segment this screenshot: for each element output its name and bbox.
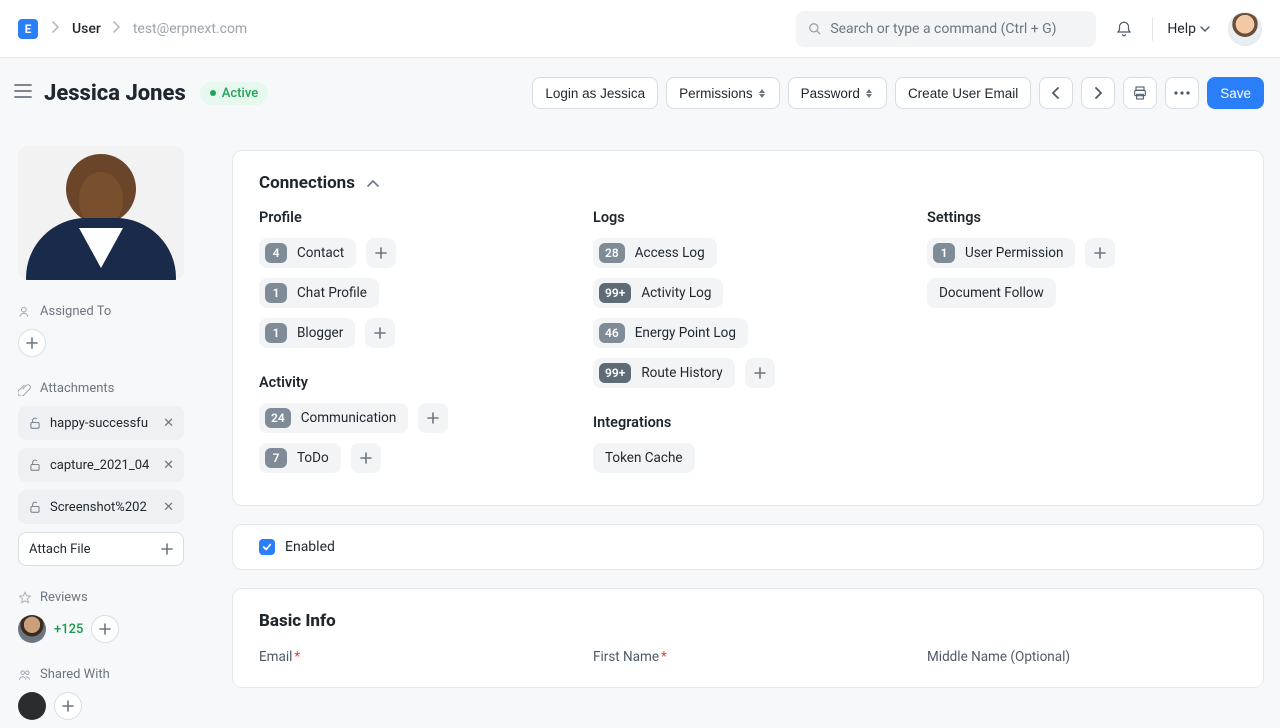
lock-open-icon <box>28 500 42 514</box>
app-logo[interactable]: E <box>18 19 38 39</box>
breadcrumb-email[interactable]: test@erpnext.com <box>133 21 247 37</box>
help-menu[interactable]: Help <box>1167 21 1210 37</box>
search-input[interactable]: Search or type a command (Ctrl + G) <box>796 11 1096 47</box>
email-label: Email* <box>259 649 569 665</box>
add-contact-button[interactable] <box>366 238 396 268</box>
user-plus-icon <box>18 305 32 319</box>
add-blogger-button[interactable] <box>365 318 395 348</box>
route-history-link[interactable]: 99+Route History <box>593 358 735 388</box>
add-todo-button[interactable] <box>351 443 381 473</box>
enabled-checkbox[interactable] <box>259 539 275 555</box>
user-avatar[interactable] <box>1228 12 1262 46</box>
assign-add-button[interactable] <box>18 329 46 357</box>
reviews-header: Reviews <box>18 590 200 605</box>
remove-attachment-button[interactable]: ✕ <box>163 458 174 473</box>
assigned-to-header: Assigned To <box>18 304 200 319</box>
activity-group-title: Activity <box>259 374 569 391</box>
search-icon <box>808 22 822 36</box>
users-icon <box>18 668 32 682</box>
review-add-button[interactable] <box>91 615 119 643</box>
chevron-right-icon <box>1094 87 1102 99</box>
access-log-link[interactable]: 28Access Log <box>593 238 717 268</box>
page-title: Jessica Jones <box>44 81 186 106</box>
dots-horizontal-icon <box>1174 91 1190 95</box>
breadcrumb: User test@erpnext.com <box>52 21 247 37</box>
middle-name-label: Middle Name (Optional) <box>927 649 1237 665</box>
next-button[interactable] <box>1081 77 1115 109</box>
menu-toggle-button[interactable] <box>14 84 30 102</box>
connections-header[interactable]: Connections <box>259 173 1237 193</box>
enabled-label: Enabled <box>285 539 335 555</box>
help-label: Help <box>1167 21 1196 37</box>
document-follow-link[interactable]: Document Follow <box>927 278 1056 308</box>
basic-info-title: Basic Info <box>259 611 1237 631</box>
sort-icon <box>759 89 767 98</box>
profile-group-title: Profile <box>259 209 569 226</box>
printer-icon <box>1132 85 1148 101</box>
integrations-group-title: Integrations <box>593 414 903 431</box>
lock-open-icon <box>28 416 42 430</box>
energy-point-log-link[interactable]: 46Energy Point Log <box>593 318 748 348</box>
token-cache-link[interactable]: Token Cache <box>593 443 695 473</box>
login-as-button[interactable]: Login as Jessica <box>532 77 658 109</box>
check-icon <box>262 542 272 552</box>
topbar: E User test@erpnext.com Search or type a… <box>0 0 1280 58</box>
remove-attachment-button[interactable]: ✕ <box>163 416 174 431</box>
share-add-button[interactable] <box>54 692 82 720</box>
sort-icon <box>866 89 874 98</box>
enabled-card: Enabled <box>232 524 1264 570</box>
permissions-menu[interactable]: Permissions <box>666 77 780 109</box>
attachment-item[interactable]: happy-successfu ✕ <box>18 406 184 440</box>
chevron-up-icon <box>367 173 379 193</box>
attachment-item[interactable]: Screenshot%202 ✕ <box>18 490 184 524</box>
password-menu[interactable]: Password <box>788 77 887 109</box>
shared-avatar[interactable] <box>18 692 46 720</box>
shared-with-header: Shared With <box>18 667 200 682</box>
create-user-email-button[interactable]: Create User Email <box>895 77 1031 109</box>
first-name-label: First Name* <box>593 649 903 665</box>
remove-attachment-button[interactable]: ✕ <box>163 500 174 515</box>
communication-link[interactable]: 24Communication <box>259 403 408 433</box>
lock-open-icon <box>28 458 42 472</box>
chevron-right-icon <box>52 21 60 37</box>
status-badge: Active <box>200 82 268 105</box>
chevron-left-icon <box>1052 87 1060 99</box>
notifications-button[interactable] <box>1110 15 1138 43</box>
logs-group-title: Logs <box>593 209 903 226</box>
search-placeholder: Search or type a command (Ctrl + G) <box>830 21 1056 37</box>
sidebar: Assigned To Attachments happy-successfu … <box>0 58 200 728</box>
chevron-right-icon <box>113 21 121 37</box>
action-toolbar: Login as Jessica Permissions Password Cr… <box>532 77 1264 109</box>
print-button[interactable] <box>1123 77 1157 109</box>
chat-profile-link[interactable]: 1Chat Profile <box>259 278 379 308</box>
activity-log-link[interactable]: 99+Activity Log <box>593 278 723 308</box>
chevron-down-icon <box>1200 24 1210 34</box>
divider <box>1152 17 1153 41</box>
basic-info-card: Basic Info Email* First Name* Middle Nam… <box>232 588 1264 688</box>
user-permission-link[interactable]: 1User Permission <box>927 238 1075 268</box>
reviewer-avatar[interactable] <box>18 615 46 643</box>
breadcrumb-user[interactable]: User <box>72 21 101 37</box>
save-button[interactable]: Save <box>1207 77 1264 109</box>
add-user-permission-button[interactable] <box>1085 238 1115 268</box>
add-communication-button[interactable] <box>418 403 448 433</box>
settings-group-title: Settings <box>927 209 1237 226</box>
more-menu[interactable] <box>1165 77 1199 109</box>
blogger-link[interactable]: 1Blogger <box>259 318 355 348</box>
paperclip-icon <box>18 382 32 396</box>
attachment-item[interactable]: capture_2021_04 ✕ <box>18 448 184 482</box>
user-portrait[interactable] <box>18 146 184 280</box>
add-route-history-button[interactable] <box>745 358 775 388</box>
todo-link[interactable]: 7ToDo <box>259 443 341 473</box>
plus-icon <box>161 543 173 555</box>
contact-link[interactable]: 4Contact <box>259 238 356 268</box>
bell-icon <box>1115 20 1133 38</box>
attach-file-button[interactable]: Attach File <box>18 532 184 566</box>
prev-button[interactable] <box>1039 77 1073 109</box>
connections-card: Connections Profile 4Contact 1Chat Profi… <box>232 150 1264 506</box>
reviews-count[interactable]: +125 <box>54 622 83 637</box>
attachments-header: Attachments <box>18 381 200 396</box>
star-icon <box>18 591 32 605</box>
